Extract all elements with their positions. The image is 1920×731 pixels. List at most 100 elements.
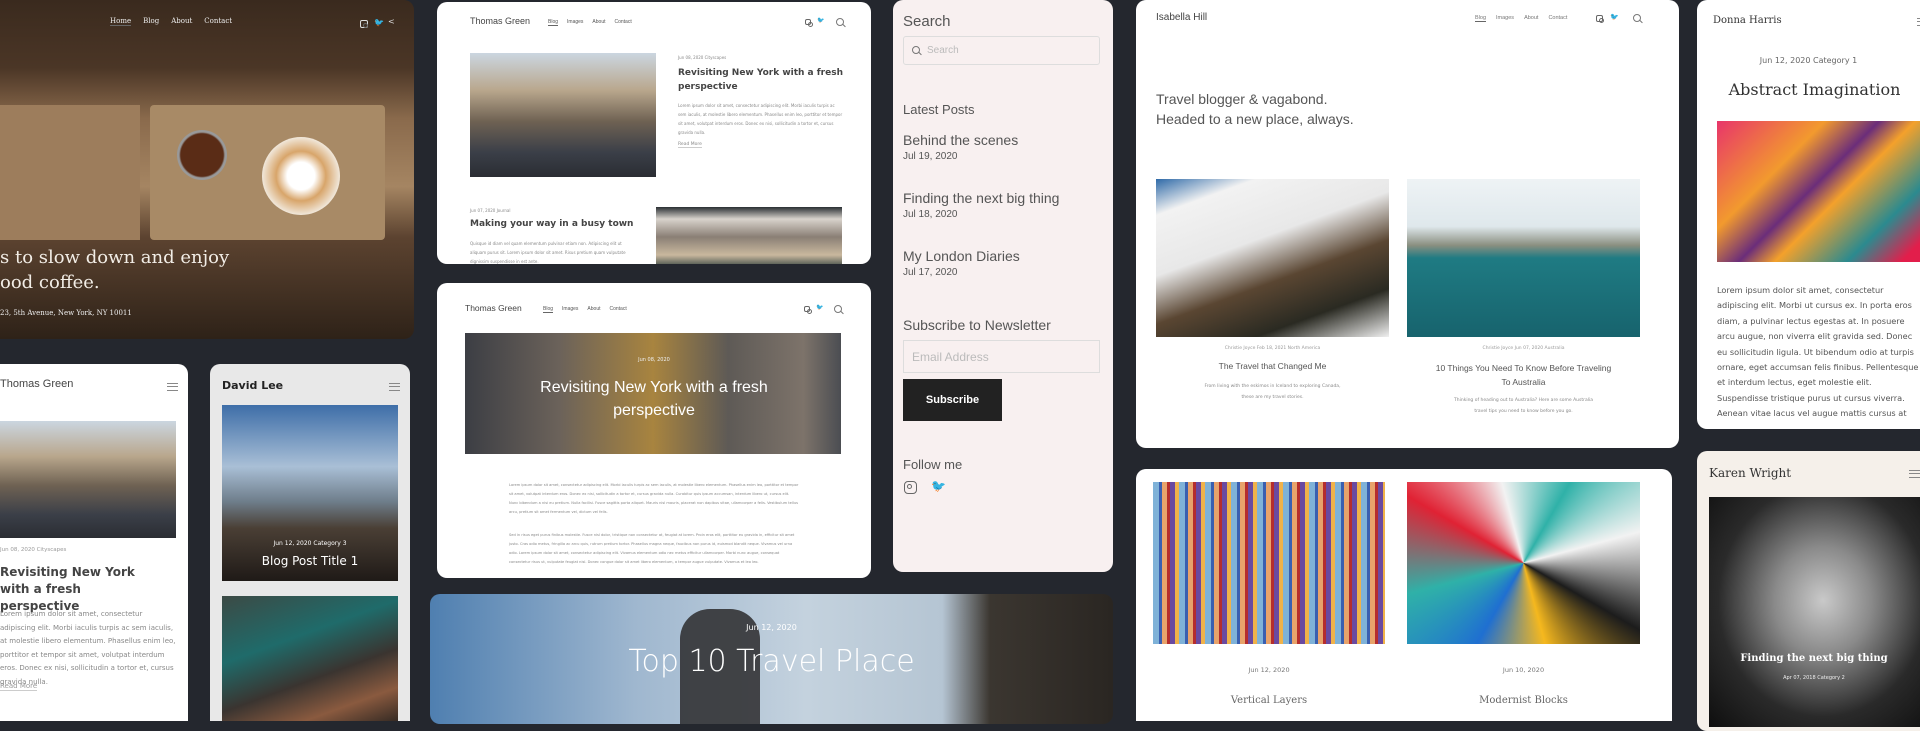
coffee-portafilter-image [177,130,227,180]
post-date: Jun 10, 2020 [1502,666,1545,674]
travel-hero-preview[interactable]: Jun 12, 2020 Top 10 Travel Place [430,594,1113,724]
vertical-layers-image[interactable] [1153,482,1385,644]
twitter-icon[interactable]: 🐦 [1610,14,1619,21]
twitter-icon[interactable]: 🐦 [931,480,946,492]
latte-cup-image [262,137,340,215]
david-lee-mobile-preview[interactable]: David Lee Jun 12, 2020 Category 3 Blog P… [210,364,410,721]
hero-headline-2: ood coffee. [0,272,100,293]
nav-about[interactable]: About [1524,15,1538,22]
post-title[interactable]: Vertical Layers [1153,695,1385,706]
sydney-harbour-image[interactable] [1407,179,1640,337]
instagram-icon[interactable] [904,481,917,494]
nav-about[interactable]: About [587,306,600,313]
post-excerpt: Quisque id diam vel quam elementum pulvi… [470,241,626,264]
post-title[interactable]: 10 Things You Need To Know Before Travel… [1432,361,1615,389]
post-meta: Christie Joyce Jun 07, 2020 Australia [1482,346,1565,351]
coffee-shop-preview[interactable]: Home Blog About Contact 🐦 < s to slow do… [0,0,414,339]
post-title[interactable]: Modernist Blocks [1407,695,1640,706]
read-more-link[interactable]: Read More [0,682,38,691]
art-gallery-preview[interactable]: Jun 12, 2020 Vertical Layers Jun 10, 202… [1136,469,1672,721]
post-body: Lorem ipsum dolor sit amet, consectetur … [1717,285,1919,419]
new-york-image[interactable] [470,53,656,177]
search-icon[interactable] [1633,14,1642,23]
post-title[interactable]: Top 10 Travel Place [430,644,1113,679]
snowy-hill-image[interactable] [1156,179,1389,337]
instagram-icon[interactable] [804,306,812,314]
instagram-icon[interactable] [360,20,368,28]
nav-images[interactable]: Images [1496,15,1514,22]
share-icon[interactable]: < [388,18,395,26]
nav-blog[interactable]: Blog [1475,15,1487,22]
nav-about[interactable]: About [592,19,605,26]
post-description: From living with the eskimos in Iceland … [1204,384,1341,400]
site-title[interactable]: Thomas Green [470,16,530,26]
post-date: Jun 12, 2020 [1248,666,1290,674]
search-heading: Search [903,13,951,30]
site-title[interactable]: Thomas Green [465,303,522,313]
thomas-green-post-preview[interactable]: Thomas Green Blog Images About Contact 🐦… [437,283,871,578]
site-title[interactable]: David Lee [222,379,283,392]
coffee-nav: Home Blog About Contact [110,17,232,26]
email-field[interactable]: Email Address [903,340,1100,373]
subscribe-button[interactable]: Subscribe [903,379,1002,421]
newsletter-heading: Subscribe to Newsletter [903,317,1051,333]
thomas-green-mobile-preview[interactable]: Thomas Green Jun 08, 2020 Cityscapes Rev… [0,364,188,721]
post-meta: Jun 08, 2020 Cityscapes [678,55,727,60]
site-title[interactable]: Isabella Hill [1156,12,1207,23]
twitter-icon[interactable]: 🐦 [816,305,823,311]
latest-post-date: Jul 17, 2020 [903,267,958,278]
menu-icon[interactable] [1909,470,1920,478]
post-excerpt: Lorem ipsum dolor sit amet, consectetur … [678,103,843,135]
search-icon[interactable] [836,18,845,27]
post-excerpt: Lorem ipsum dolor sit amet, consectetur … [0,610,176,686]
nav-images[interactable]: Images [562,306,578,313]
menu-icon[interactable] [389,383,400,391]
post-title[interactable]: Making your way in a busy town [470,219,633,229]
latest-post-title[interactable]: Finding the next big thing [903,190,1059,206]
donna-harris-blog-preview[interactable]: Donna Harris Jun 12, 2020 Category 1 Abs… [1697,0,1920,429]
post-title[interactable]: Finding the next big thing [1709,653,1919,664]
subway-image[interactable] [656,207,842,264]
isabella-hill-blog-preview[interactable]: Isabella Hill Blog Images About Contact … [1136,0,1679,448]
menu-icon[interactable] [167,383,178,391]
climber-image[interactable] [222,596,398,721]
post-title[interactable]: Revisiting New York with a fresh perspec… [678,66,843,94]
nav-contact[interactable]: Contact [204,17,232,26]
latest-post-date: Jul 18, 2020 [903,209,958,220]
nav-blog[interactable]: Blog [548,19,559,26]
instagram-icon[interactable] [1596,15,1604,23]
portrait-image[interactable] [1709,497,1920,727]
site-title[interactable]: Thomas Green [0,378,73,390]
nav-images[interactable]: Images [567,19,583,26]
new-york-image[interactable] [0,421,176,538]
read-more-link[interactable]: Read More [678,142,702,148]
email-placeholder: Email Address [912,350,989,364]
main-nav: Blog Images About Contact [548,19,632,26]
post-meta: Apr 07, 2018 Category 2 [1783,675,1845,681]
post-title[interactable]: Blog Post Title 1 [222,554,398,568]
search-icon[interactable] [834,305,843,314]
nav-contact[interactable]: Contact [1548,15,1567,22]
twitter-icon[interactable]: 🐦 [374,19,384,27]
tagline-line-2: Headed to a new place, always. [1156,111,1354,127]
site-title[interactable]: Karen Wright [1709,466,1791,480]
latest-post-title[interactable]: My London Diaries [903,248,1020,264]
nav-blog[interactable]: Blog [143,17,159,26]
karen-wright-blog-preview[interactable]: Karen Wright Finding the next big thing … [1697,451,1920,731]
instagram-icon[interactable] [805,19,813,27]
nav-blog[interactable]: Blog [543,306,554,313]
search-input[interactable]: Search [903,36,1100,65]
post-meta: Jun 07, 2020 Journal [470,208,511,213]
post-title[interactable]: The Travel that Changed Me [1156,361,1389,371]
modernist-blocks-image[interactable] [1407,482,1640,644]
site-title[interactable]: Donna Harris [1713,15,1782,26]
post-meta: Jun 08, 2020 Cityscapes [0,547,67,553]
nav-contact[interactable]: Contact [610,306,627,313]
nav-contact[interactable]: Contact [615,19,632,26]
latest-post-title[interactable]: Behind the scenes [903,132,1018,148]
twitter-icon[interactable]: 🐦 [817,18,824,24]
nav-home[interactable]: Home [110,17,132,26]
thomas-green-blog-preview[interactable]: Thomas Green Blog Images About Contact 🐦… [437,2,871,264]
abstract-painting-image[interactable] [1717,121,1920,262]
nav-about[interactable]: About [171,17,192,26]
